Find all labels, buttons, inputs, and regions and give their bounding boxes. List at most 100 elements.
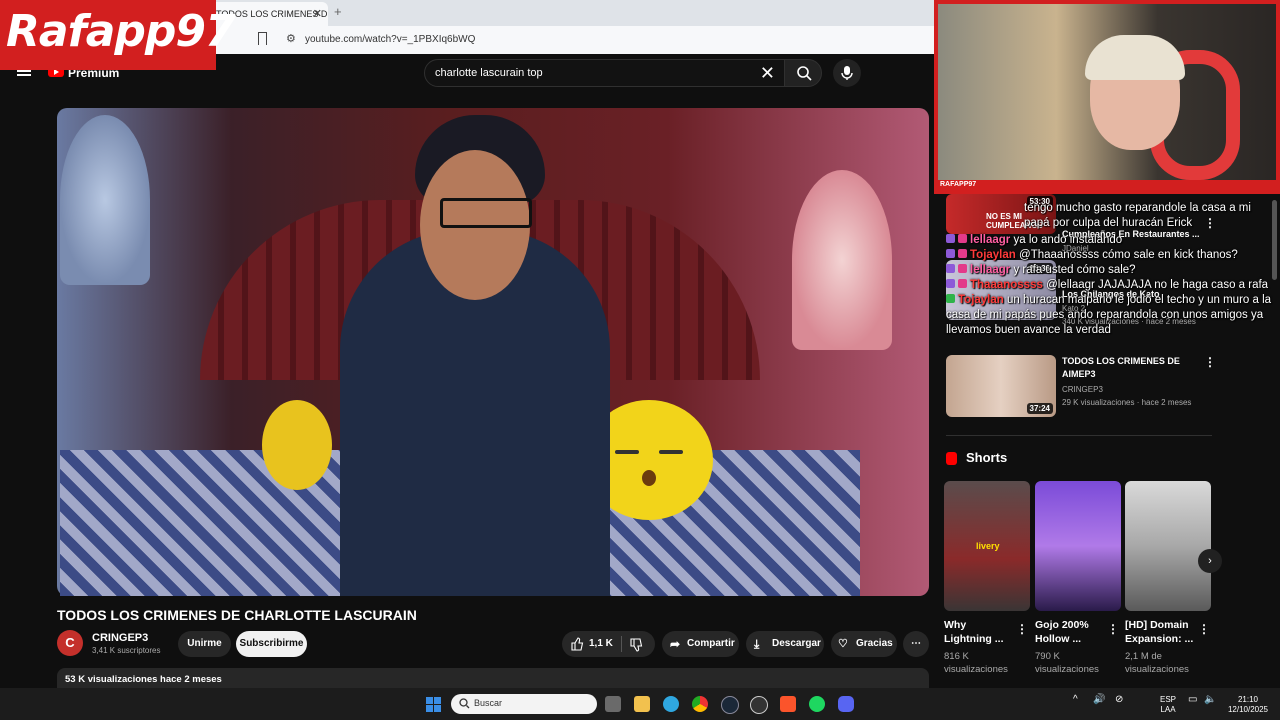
chat-username: Tojaylan <box>970 249 1016 261</box>
thanks-button[interactable]: ♡ Gracias <box>831 631 897 657</box>
chrome-icon[interactable] <box>692 696 708 712</box>
webcam-label: RAFAPP97 <box>940 181 977 188</box>
related-thumbnail[interactable]: 37:24 <box>946 355 1056 417</box>
taskbar-search-input[interactable]: Buscar <box>451 694 597 714</box>
taskbar-search-placeholder: Buscar <box>474 698 503 708</box>
speaker-icon[interactable]: 🔊 <box>1093 695 1105 705</box>
brave-icon[interactable] <box>780 696 796 712</box>
like-dislike-group: 1,1 K <box>562 631 655 657</box>
download-button[interactable]: ⤓ Descargar <box>746 631 824 657</box>
show-hidden-icons-icon[interactable]: ^ <box>1073 695 1078 705</box>
clear-search-icon[interactable]: ✕ <box>760 63 775 84</box>
chat-text: y rafa usted cómo sale? <box>1013 264 1136 276</box>
short-more-icon[interactable]: ⋮ <box>1107 622 1119 636</box>
short-title[interactable]: [HD] Domain Expansion: ... <box>1125 618 1197 646</box>
share-button[interactable]: ➦ Compartir <box>662 631 739 657</box>
related-meta: 29 K visualizaciones · hace 2 meses <box>1062 398 1192 407</box>
channel-name[interactable]: CRINGEP3 <box>92 632 148 644</box>
spotify-icon[interactable] <box>809 696 825 712</box>
short-views-label: visualizaciones <box>1125 664 1189 675</box>
site-info-icon[interactable]: ⚙ <box>286 32 296 45</box>
chat-badge-icon <box>946 249 955 258</box>
chat-badge-icon <box>946 279 955 288</box>
video-frame-glasses <box>440 198 532 228</box>
bookmark-icon[interactable] <box>258 32 267 45</box>
clock-date: 12/10/2025 <box>1227 705 1269 714</box>
task-view-icon[interactable] <box>605 696 621 712</box>
sidebar-divider <box>946 435 1212 436</box>
short-thumbnail[interactable] <box>1035 481 1121 611</box>
share-icon: ➦ <box>670 637 681 651</box>
url-text[interactable]: youtube.com/watch?v=_1PBXIq6bWQ <box>305 34 475 45</box>
chat-username: Tojaylan <box>958 294 1004 306</box>
shorts-heading: Shorts <box>966 450 1008 465</box>
short-thumbnail[interactable] <box>1125 481 1211 611</box>
short-title[interactable]: Gojo 200% Hollow ... <box>1035 618 1105 646</box>
chat-message: tengo mucho gasto reparandole la casa a … <box>946 201 1276 231</box>
emoji-eye <box>659 450 683 454</box>
file-explorer-icon[interactable] <box>634 696 650 712</box>
windows-start-icon[interactable] <box>426 697 441 712</box>
network-icon[interactable]: ⊘ <box>1115 695 1123 705</box>
emoji-eye <box>615 450 639 454</box>
voice-search-button[interactable] <box>833 59 861 87</box>
video-frame-lamp-right <box>792 170 892 350</box>
short-views: 790 K <box>1035 651 1060 662</box>
subscribe-button[interactable]: Subscribirme <box>236 631 307 657</box>
short-thumbnail[interactable]: livery <box>944 481 1030 611</box>
download-icon: ⤓ <box>754 637 760 651</box>
hamburger-menu-icon[interactable] <box>17 70 31 72</box>
related-more-icon[interactable]: ⋮ <box>1204 355 1216 369</box>
obs-icon[interactable] <box>750 696 768 714</box>
related-channel[interactable]: CRINGEP3 <box>1062 385 1103 394</box>
search-button[interactable] <box>784 59 822 87</box>
lang-layout: LAA <box>1160 705 1176 714</box>
steam-icon[interactable] <box>721 696 739 714</box>
short-more-icon[interactable]: ⋮ <box>1198 622 1210 636</box>
display-icon[interactable]: ▭ <box>1188 695 1197 705</box>
chat-badge-icon <box>946 264 955 273</box>
new-tab-button[interactable]: + <box>334 4 342 19</box>
short-thumb-caption: livery <box>976 541 1000 551</box>
edge-icon[interactable] <box>663 696 679 712</box>
channel-avatar[interactable]: C <box>57 630 83 656</box>
download-label: Descargar <box>772 638 821 649</box>
shorts-icon <box>946 452 957 465</box>
video-frame-lamp-left <box>60 115 150 285</box>
short-views: 2,1 M de <box>1125 651 1162 662</box>
like-count[interactable]: 1,1 K <box>589 631 613 657</box>
thanks-label: Gracias <box>856 638 893 649</box>
brand-text: Rafapp97 <box>6 6 236 57</box>
subscriber-count: 3,41 K suscriptores <box>92 646 161 655</box>
streamer-brand-logo: Rafapp97 <box>0 0 236 70</box>
video-frame-emoji-pillow-left <box>262 400 332 490</box>
thumbs-up-icon[interactable] <box>570 637 584 651</box>
chat-text: ya lo ando instalando <box>1013 234 1123 246</box>
chat-badge-icon <box>958 264 967 273</box>
join-button[interactable]: Unirme <box>178 631 231 657</box>
chat-badge-icon <box>958 279 967 288</box>
short-views-label: visualizaciones <box>944 664 1008 675</box>
chat-message: Tojaylan @Thaaanossss cómo sale en kick … <box>946 248 1276 263</box>
short-views: 816 K <box>944 651 969 662</box>
related-title[interactable]: TODOS LOS CRIMENES DE AIMEP3 <box>1062 355 1200 381</box>
short-more-icon[interactable]: ⋮ <box>1016 622 1028 636</box>
thumbs-down-icon[interactable] <box>629 638 643 652</box>
chat-username: lellaagr <box>970 264 1011 276</box>
shorts-next-arrow-icon[interactable]: › <box>1198 549 1222 573</box>
input-language-indicator[interactable]: ESP LAA <box>1160 695 1176 715</box>
thanks-icon: ♡ <box>838 638 848 650</box>
search-input[interactable]: charlotte lascurain top ✕ <box>424 59 786 87</box>
search-query[interactable]: charlotte lascurain top <box>435 67 543 79</box>
more-actions-button[interactable]: ⋯ <box>903 631 929 657</box>
volume-icon[interactable]: 🔈 <box>1204 695 1216 705</box>
chat-badge-icon <box>946 294 955 303</box>
discord-icon[interactable] <box>838 696 854 712</box>
description-box[interactable]: 53 K visualizaciones hace 2 meses <box>57 668 929 690</box>
clock[interactable]: 21:10 12/10/2025 <box>1226 695 1270 715</box>
short-title[interactable]: Why Lightning ... <box>944 618 1014 646</box>
tab-close-icon[interactable]: ✕ <box>313 2 322 26</box>
chat-text: tengo mucho gasto reparandole la casa a … <box>1024 202 1251 229</box>
video-title: TODOS LOS CRIMENES DE CHARLOTTE LASCURAI… <box>57 607 417 623</box>
search-icon <box>797 66 812 81</box>
